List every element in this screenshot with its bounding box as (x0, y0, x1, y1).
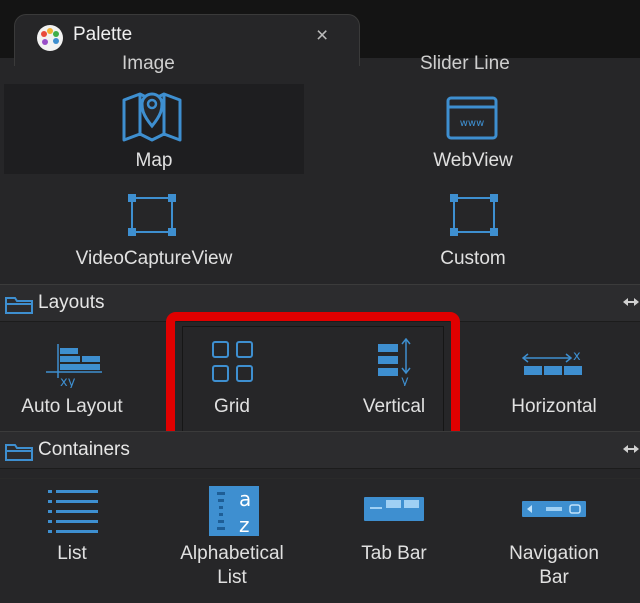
alphabetical-icon-top: a (239, 487, 251, 511)
tab-bar-icon[interactable] (364, 497, 424, 521)
folder-icon (5, 444, 33, 461)
navigation-bar-icon[interactable] (522, 501, 586, 517)
collapse-arrows-icon[interactable] (622, 295, 640, 309)
divider (0, 478, 640, 479)
horizontal-label: Horizontal (511, 396, 597, 417)
slider-line-label: Slider Line (420, 53, 510, 74)
palette-tab[interactable] (14, 14, 360, 66)
horizontal-icon-text: x (573, 349, 581, 364)
alphabetical-list-icon[interactable]: a z (207, 484, 261, 538)
list-icon[interactable] (46, 486, 100, 534)
navigation-bar-label-line1: Navigation (509, 543, 599, 564)
videocapture-icon[interactable] (126, 192, 178, 238)
folder-icon (5, 297, 33, 314)
palette-icon (37, 25, 63, 51)
close-icon[interactable]: × (316, 24, 328, 48)
auto-layout-icon[interactable]: xy (44, 342, 104, 388)
layouts-header-title: Layouts (38, 292, 105, 313)
custom-view-icon[interactable] (448, 192, 500, 238)
horizontal-layout-icon[interactable]: x (522, 346, 586, 380)
tab-bar-label: Tab Bar (361, 543, 427, 564)
auto-layout-icon-text: xy (60, 375, 76, 388)
videocaptureview-label: VideoCaptureView (75, 248, 233, 269)
containers-section-header[interactable]: Containers (0, 431, 640, 469)
alphabetical-icon-bottom: z (239, 513, 250, 537)
alphabetical-list-label-line2: List (217, 567, 247, 588)
collapse-arrows-icon[interactable] (622, 442, 640, 456)
list-label: List (57, 543, 87, 564)
map-label: Map (135, 150, 173, 171)
auto-layout-label: Auto Layout (21, 396, 123, 417)
webview-icon[interactable]: www (446, 96, 498, 140)
containers-header-title: Containers (38, 439, 130, 460)
alphabetical-list-label-line1: Alphabetical (180, 543, 284, 564)
custom-label: Custom (440, 248, 506, 269)
navigation-bar-label-line2: Bar (539, 567, 569, 588)
tab-title: Palette (73, 24, 133, 45)
map-icon (122, 92, 182, 142)
svg-text:www: www (460, 118, 485, 129)
webview-label: WebView (433, 150, 513, 171)
highlight-inner-border (182, 326, 444, 432)
image-label: Image (122, 53, 175, 74)
